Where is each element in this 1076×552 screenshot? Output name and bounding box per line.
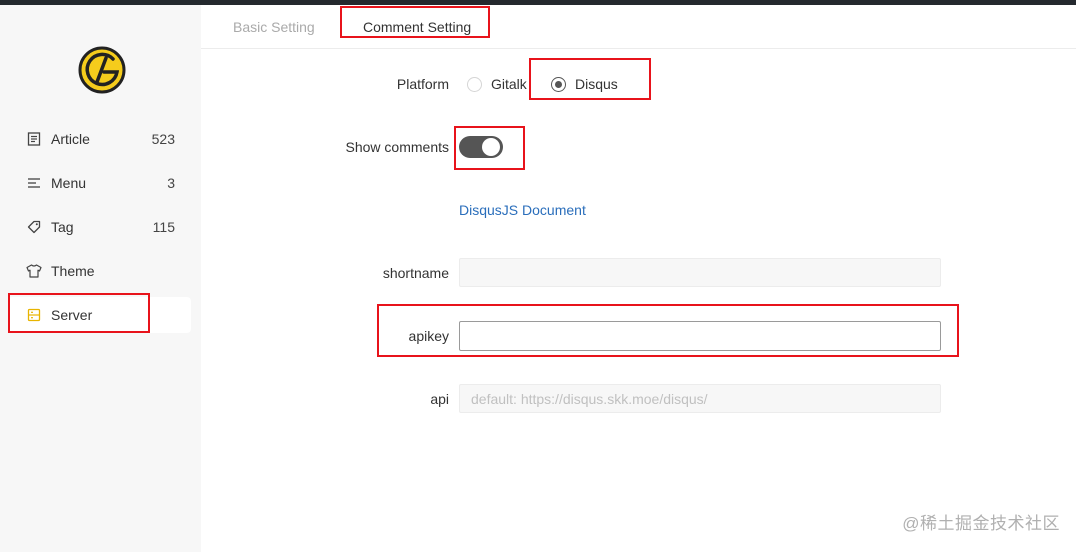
sidebar-item-label: Menu (51, 175, 87, 191)
radio-gitalk[interactable]: Gitalk (467, 76, 527, 92)
show-comments-label: Show comments (345, 139, 449, 155)
theme-icon (26, 263, 42, 279)
radio-disqus[interactable]: Disqus (551, 76, 618, 92)
platform-label: Platform (396, 76, 449, 92)
radio-checked-icon (551, 76, 566, 92)
tab-comment-setting[interactable]: Comment Setting (363, 19, 471, 35)
article-count: 523 (151, 131, 175, 147)
sidebar-item-server[interactable]: Server (8, 297, 191, 333)
tab-basic-setting[interactable]: Basic Setting (233, 19, 315, 35)
apikey-label: apikey (408, 328, 449, 344)
sidebar-item-label: Theme (51, 263, 95, 279)
sidebar-item-label: Server (51, 307, 93, 323)
sidebar-item-theme[interactable]: Theme (8, 253, 191, 289)
tag-icon (26, 219, 42, 235)
menu-icon (26, 175, 42, 191)
settings-tabs: Basic Setting Comment Setting (201, 5, 1076, 49)
toggle-knob (482, 138, 500, 156)
sidebar-item-label: Tag (51, 219, 74, 235)
shortname-label: shortname (382, 265, 449, 281)
apikey-input[interactable] (459, 321, 941, 351)
sidebar-item-label: Article (51, 131, 90, 147)
disqusjs-document-link[interactable]: DisqusJS Document (459, 202, 586, 218)
radio-disqus-label: Disqus (575, 76, 618, 92)
menu-count: 3 (167, 175, 175, 191)
sidebar-item-tag[interactable]: Tag 115 (8, 209, 191, 245)
sidebar-item-article[interactable]: Article 523 (8, 121, 191, 157)
api-input[interactable] (459, 384, 941, 413)
shortname-input[interactable] (459, 258, 941, 287)
api-label: api (430, 391, 449, 407)
show-comments-toggle[interactable] (459, 136, 503, 158)
app-logo (77, 45, 127, 95)
tag-count: 115 (152, 219, 175, 235)
server-icon (26, 307, 42, 323)
radio-gitalk-label: Gitalk (491, 76, 527, 92)
sidebar-item-menu[interactable]: Menu 3 (8, 165, 191, 201)
watermark: @稀土掘金技术社区 (902, 514, 1060, 533)
radio-unchecked-icon (467, 76, 482, 92)
article-icon (26, 131, 42, 147)
